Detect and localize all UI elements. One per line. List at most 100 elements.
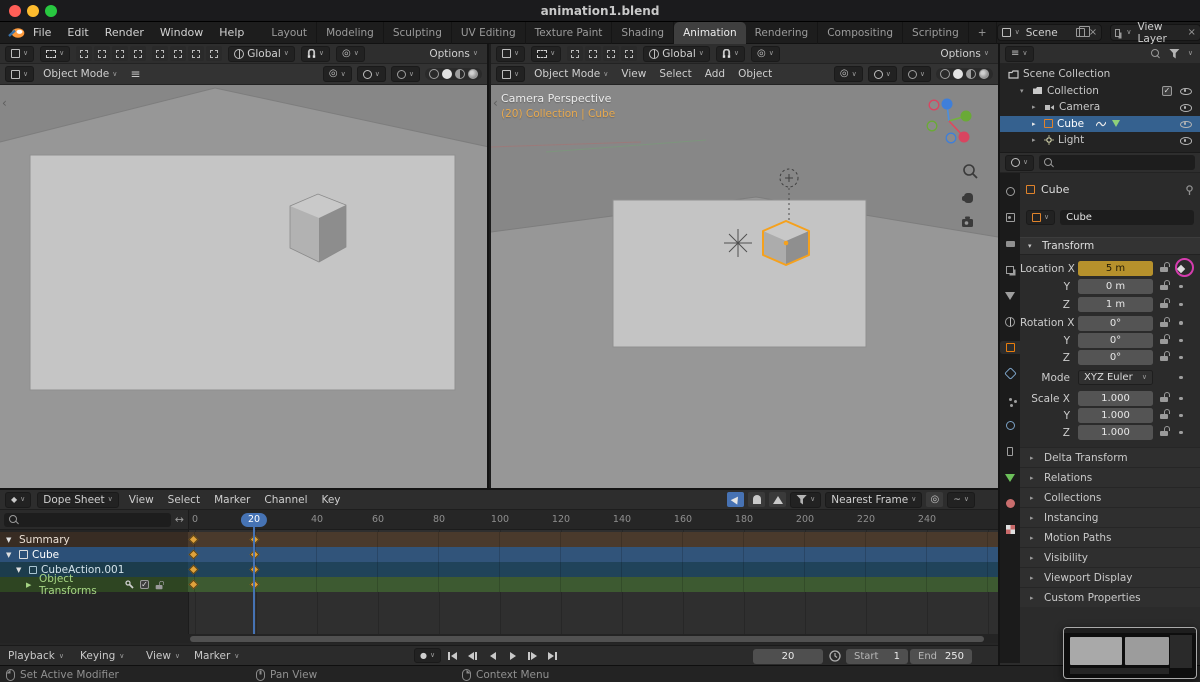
filter-funnel-icon[interactable] [1168, 48, 1180, 59]
select-set-icon[interactable] [567, 46, 584, 61]
outliner-row-collection[interactable]: ▾ Collection ✓ [1000, 83, 1200, 100]
only-selected-filter-toggle[interactable] [727, 492, 745, 507]
mode-icon-dropdown[interactable]: ∨ [5, 66, 35, 82]
wireframe-shading-icon[interactable] [429, 69, 439, 79]
workspace-tab-sculpting[interactable]: Sculpting [384, 21, 452, 44]
cube-object[interactable] [289, 193, 347, 263]
plane-object[interactable] [29, 154, 456, 391]
select-extend-icon[interactable] [585, 46, 602, 61]
gizmo-x-neg-axis[interactable] [928, 99, 940, 111]
channel-enable-checkbox[interactable]: ✓ [140, 580, 149, 589]
channel-row-cube[interactable]: ▼ Cube [0, 547, 998, 562]
auto-snap-dropdown[interactable]: ~ ∨ [947, 491, 975, 508]
menu-select[interactable]: Select [164, 494, 204, 506]
keyframe-decorator-icon[interactable] [1176, 264, 1186, 273]
frame-end-field[interactable]: End 250 [910, 648, 972, 664]
wireframe-shading-icon[interactable] [940, 69, 950, 79]
fullscreen-window-button[interactable] [45, 5, 57, 17]
animate-decorator-icon[interactable] [1179, 338, 1183, 343]
menu-render[interactable]: Render [97, 22, 152, 44]
plane-object[interactable] [612, 199, 867, 348]
frame-start-field[interactable]: Start 1 [846, 648, 908, 664]
cube-object-selected[interactable] [762, 220, 810, 266]
menu-edit[interactable]: Edit [59, 22, 96, 44]
minimize-window-button[interactable] [27, 5, 39, 17]
animate-decorator-icon[interactable] [1179, 375, 1183, 380]
menu-window[interactable]: Window [152, 22, 211, 44]
menu-channel[interactable]: Channel [260, 494, 311, 506]
workspace-tab-animation[interactable]: Animation [674, 21, 746, 44]
workspace-tab-texture-paint[interactable]: Texture Paint [526, 21, 613, 44]
location-y-field[interactable]: 0 m [1078, 279, 1153, 294]
dope-sheet-channel-area[interactable]: ▼ Summary ▼ Cube ▼ CubeAction.001 ▶ Object … [0, 530, 998, 636]
search-icon[interactable] [1150, 48, 1161, 59]
toolbar-expand-arrow[interactable]: ‹ [493, 97, 498, 109]
menu-select[interactable]: Select [655, 68, 695, 80]
proportional-edit-toggle[interactable]: ◎ [926, 492, 944, 507]
next-keyframe-button[interactable] [524, 649, 541, 663]
dope-sheet-mode-dropdown[interactable]: Dope Sheet ∨ [37, 491, 119, 508]
hide-eye-icon[interactable] [1180, 102, 1192, 113]
gizmo-x-axis[interactable] [958, 131, 970, 143]
select-extend-icon[interactable] [94, 46, 111, 61]
panel-motion-paths[interactable]: ▸ Motion Paths [1020, 527, 1200, 547]
lock-icon[interactable] [1160, 334, 1170, 344]
lock-icon[interactable] [1160, 351, 1170, 361]
channel-expand-icon[interactable]: ▶ [26, 581, 35, 589]
menu-key[interactable]: Key [317, 494, 344, 506]
play-reverse-button[interactable] [484, 649, 501, 663]
editor-type-dropdown[interactable]: ≡ ∨ [1005, 45, 1034, 62]
transform-orientation-dropdown[interactable]: Global ∨ [643, 45, 710, 62]
animate-decorator-icon[interactable] [1179, 321, 1183, 325]
scrollbar-thumb[interactable] [190, 635, 984, 642]
viewport-options-dropdown[interactable]: Options ∨ [936, 48, 993, 60]
scene-selector[interactable]: ∨ Scene × [996, 24, 1103, 41]
workspace-tab-layout[interactable]: Layout [262, 21, 318, 44]
properties-tab-physics[interactable] [1000, 419, 1020, 432]
channel-expand-icon[interactable]: ▼ [6, 536, 15, 544]
close-window-button[interactable] [9, 5, 21, 17]
jump-to-start-button[interactable] [444, 649, 461, 663]
transform-option-icon[interactable] [170, 46, 187, 61]
show-errors-toggle[interactable] [769, 492, 787, 507]
panel-instancing[interactable]: ▸ Instancing [1020, 507, 1200, 527]
editor-type-dropdown[interactable]: ∨ [496, 45, 526, 62]
properties-tab-world[interactable] [1000, 315, 1020, 328]
viewport-options-dropdown[interactable]: Options ∨ [425, 48, 482, 60]
channel-expand-icon[interactable]: ▼ [6, 551, 15, 559]
hide-eye-icon[interactable] [1180, 135, 1192, 146]
material-preview-icon[interactable] [966, 69, 976, 79]
marker-menu[interactable]: Marker ∨ [188, 646, 245, 666]
menu-add[interactable]: Add [701, 68, 729, 80]
snapping-dropdown[interactable]: ∨ [300, 45, 330, 62]
animate-decorator-icon[interactable] [1179, 430, 1183, 435]
lock-icon[interactable] [155, 580, 164, 589]
select-intersect-icon[interactable] [130, 46, 147, 61]
expand-icon[interactable]: ▸ [1032, 120, 1040, 128]
properties-search-input[interactable] [1039, 155, 1195, 170]
pip-overlay[interactable] [1063, 627, 1197, 679]
horizontal-scrollbar[interactable] [0, 634, 998, 643]
select-set-icon[interactable] [76, 46, 93, 61]
remove-view-layer-icon[interactable]: × [1187, 27, 1195, 38]
unlink-scene-icon[interactable]: × [1089, 27, 1097, 38]
dope-sheet-ruler[interactable]: 0 20 40 60 80 100 120 140 160 180 200 22… [188, 510, 998, 530]
location-z-field[interactable]: 1 m [1078, 297, 1153, 312]
workspace-tab-modeling[interactable]: Modeling [317, 21, 384, 44]
expand-icon[interactable]: ▸ [1032, 136, 1040, 144]
auto-keying-record-button[interactable]: ● ∨ [414, 648, 442, 663]
scale-x-field[interactable]: 1.000 [1078, 391, 1153, 406]
active-tool-box-select[interactable]: ∨ [40, 45, 71, 62]
snapping-dropdown[interactable]: ∨ [715, 45, 745, 62]
show-hidden-toggle[interactable] [748, 492, 766, 507]
outliner-row-cube-selected[interactable]: ▸ Cube [1000, 115, 1200, 132]
view-layer-selector[interactable]: ∨ View Layer × [1110, 21, 1200, 45]
channel-row-summary[interactable]: ▼ Summary [0, 532, 998, 547]
properties-tab-view-layer[interactable] [1000, 263, 1020, 276]
animate-decorator-icon[interactable] [1179, 396, 1183, 401]
properties-tab-output[interactable] [1000, 237, 1020, 250]
rotation-x-field[interactable]: 0° [1078, 315, 1153, 331]
lock-icon[interactable] [1160, 262, 1170, 272]
playhead-line[interactable] [253, 526, 255, 636]
workspace-tab-scripting[interactable]: Scripting [903, 21, 969, 44]
